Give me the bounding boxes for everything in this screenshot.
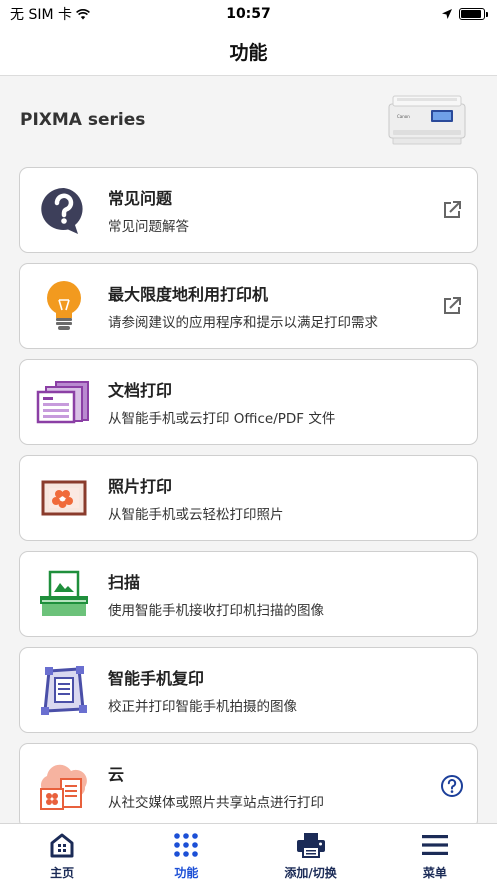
card-subtitle: 常见问题解答 bbox=[108, 219, 189, 235]
status-right bbox=[441, 8, 488, 20]
carrier-label: 无 SIM 卡 bbox=[10, 7, 72, 23]
tab-label: 添加/切换 bbox=[284, 866, 337, 880]
hamburger-menu-icon bbox=[421, 835, 448, 855]
documents-icon bbox=[20, 359, 108, 445]
lightbulb-icon bbox=[20, 263, 108, 349]
card-photo-print[interactable]: 照片打印 从智能手机或云轻松打印照片 bbox=[19, 455, 478, 541]
tab-add-switch[interactable]: 添加/切换 bbox=[249, 824, 373, 883]
card-cloud[interactable]: 云 从社交媒体或照片共享站点进行打印 bbox=[19, 743, 478, 829]
card-smartphone-copy[interactable]: 智能手机复印 校正并打印智能手机拍摄的图像 bbox=[19, 647, 478, 733]
card-title: 云 bbox=[108, 765, 125, 784]
card-title: 常见问题 bbox=[108, 189, 173, 208]
wifi-icon bbox=[76, 8, 90, 19]
navigation-bar: 功能 bbox=[0, 28, 497, 76]
card-title: 照片打印 bbox=[108, 477, 173, 496]
printer-selector[interactable]: PIXMA series Canon bbox=[0, 88, 497, 152]
card-subtitle: 从社交媒体或照片共享站点进行打印 bbox=[108, 795, 324, 811]
printer-thumbnail-icon: Canon bbox=[388, 95, 466, 145]
card-subtitle: 从智能手机或云轻松打印照片 bbox=[108, 507, 284, 523]
photo-icon bbox=[20, 455, 108, 541]
cloud-icon bbox=[20, 743, 108, 829]
tab-functions[interactable]: 功能 bbox=[124, 824, 248, 883]
card-faq[interactable]: 常见问题 常见问题解答 bbox=[19, 167, 478, 253]
card-title: 智能手机复印 bbox=[108, 669, 205, 688]
battery-fill bbox=[461, 10, 481, 18]
card-title: 最大限度地利用打印机 bbox=[108, 285, 269, 304]
battery-icon bbox=[459, 8, 488, 20]
card-scan[interactable]: 扫描 使用智能手机接收打印机扫描的图像 bbox=[19, 551, 478, 637]
tab-label: 主页 bbox=[50, 866, 75, 880]
printer-brand-mark: Canon bbox=[397, 114, 410, 119]
tab-menu[interactable]: 菜单 bbox=[373, 824, 497, 883]
carrier-area: 无 SIM 卡 bbox=[10, 4, 90, 24]
card-title: 扫描 bbox=[108, 573, 141, 592]
help-circle-icon[interactable] bbox=[427, 743, 477, 829]
card-subtitle: 从智能手机或云打印 Office/PDF 文件 bbox=[108, 411, 336, 427]
status-bar: 无 SIM 卡 10:57 bbox=[0, 0, 497, 28]
scanner-icon bbox=[20, 551, 108, 637]
tab-label: 功能 bbox=[174, 866, 199, 880]
external-link-icon bbox=[427, 167, 477, 253]
card-title: 文档打印 bbox=[108, 381, 173, 400]
card-subtitle: 使用智能手机接收打印机扫描的图像 bbox=[108, 603, 324, 619]
location-arrow-icon bbox=[442, 9, 452, 19]
printer-name: PIXMA series bbox=[20, 110, 146, 130]
card-maximize-printer[interactable]: 最大限度地利用打印机 请参阅建议的应用程序和提示以满足打印需求 bbox=[19, 263, 478, 349]
card-subtitle: 校正并打印智能手机拍摄的图像 bbox=[108, 699, 297, 715]
external-link-icon bbox=[427, 263, 477, 349]
card-document-print[interactable]: 文档打印 从智能手机或云打印 Office/PDF 文件 bbox=[19, 359, 478, 445]
tab-home[interactable]: 主页 bbox=[0, 824, 124, 883]
question-bubble-icon bbox=[20, 167, 108, 253]
phone-copy-icon bbox=[20, 647, 108, 733]
home-icon bbox=[50, 833, 74, 858]
tab-bar: 主页 功能 添加/切换 菜单 bbox=[0, 823, 497, 883]
card-subtitle: 请参阅建议的应用程序和提示以满足打印需求 bbox=[108, 315, 378, 331]
grid-dots-icon bbox=[174, 833, 199, 857]
page-title: 功能 bbox=[229, 42, 268, 64]
printer-icon bbox=[296, 833, 325, 858]
tab-label: 菜单 bbox=[422, 866, 447, 880]
